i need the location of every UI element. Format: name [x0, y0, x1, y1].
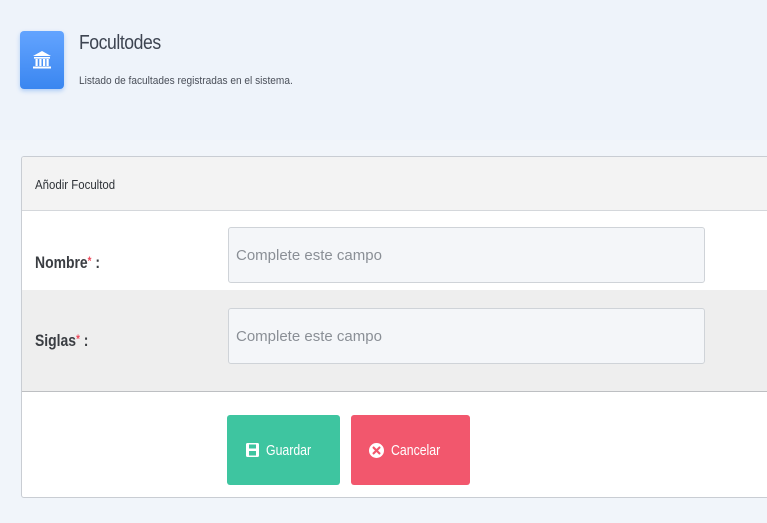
siglas-label-text: Siglas	[35, 331, 77, 350]
form-row-siglas: Siglas* :	[22, 290, 767, 392]
page-subtitle: Listado de facultades registradas en el …	[79, 75, 293, 87]
institution-icon-glyph	[33, 51, 51, 69]
cancel-circle-icon	[369, 442, 385, 458]
card-heading: Añodir Focultod	[22, 157, 767, 211]
label-separator: :	[79, 331, 89, 350]
cancel-button-label: Cancelar	[391, 441, 441, 459]
save-button[interactable]: Guardar	[227, 415, 340, 485]
card-heading-title: Añodir Focultod	[35, 177, 116, 192]
page-title: Focultodes	[79, 32, 161, 54]
required-mark: *	[87, 254, 92, 268]
nombre-label-text: Nombre	[35, 253, 88, 272]
required-mark: *	[76, 332, 80, 346]
nombre-label: Nombre* :	[35, 253, 100, 273]
siglas-input[interactable]	[228, 308, 705, 364]
add-faculty-card: Añodir Focultod Nombre* : Siglas* : Guar…	[21, 156, 767, 498]
cancel-button[interactable]: Cancelar	[351, 415, 470, 485]
label-separator: :	[91, 253, 101, 272]
save-button-label: Guardar	[265, 441, 312, 459]
nombre-input[interactable]	[228, 227, 705, 283]
siglas-label: Siglas* :	[35, 331, 88, 351]
form-row-nombre: Nombre* :	[22, 211, 767, 290]
institution-icon	[20, 31, 64, 89]
page-header: Focultodes Listado de facultades registr…	[0, 0, 767, 140]
save-icon	[245, 443, 259, 457]
